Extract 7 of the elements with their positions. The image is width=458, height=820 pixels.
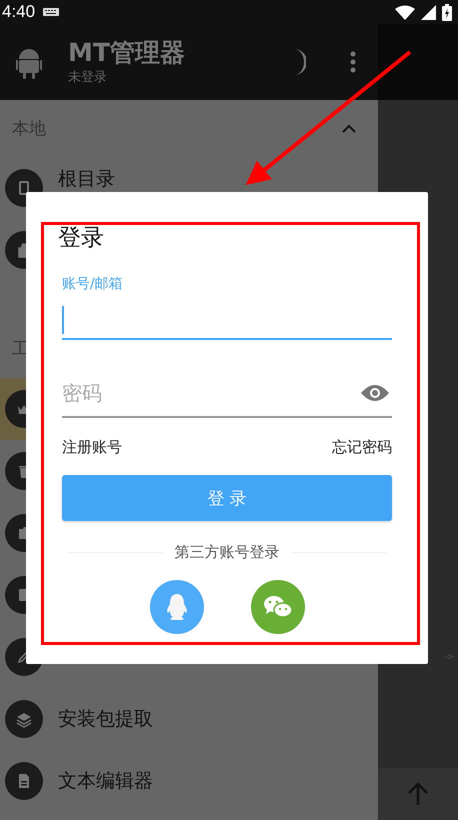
app-title: MT管理器 <box>68 38 186 68</box>
clock-time: 4:40 <box>2 2 36 22</box>
third-party-caption: 第三方账号登录 <box>174 543 280 562</box>
login-status: 未登录 <box>68 69 108 86</box>
dialog-title: 登录 <box>58 224 105 253</box>
arrow-text: -> <box>444 652 454 661</box>
field-label: 账号/邮箱 <box>62 275 124 293</box>
